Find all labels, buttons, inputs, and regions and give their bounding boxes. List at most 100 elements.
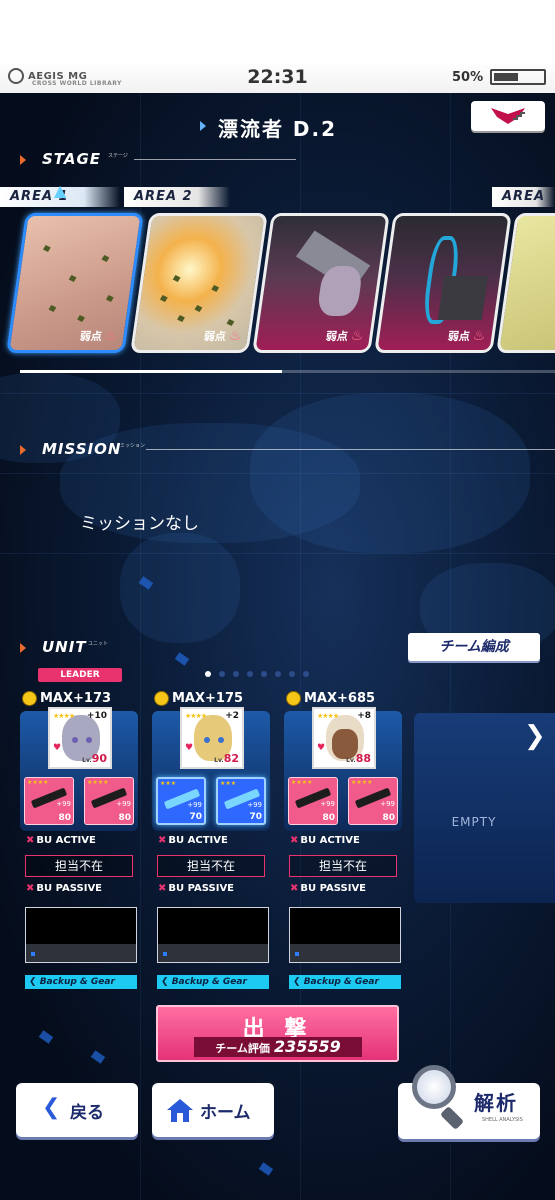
plus-value: +8	[357, 711, 371, 721]
page-dot[interactable]	[205, 671, 211, 677]
stage-heading-sub: ステージ	[108, 153, 128, 159]
game-screen: 漂流者 D.2 STAGE ステージ AREA 1 ▲ AREA 2 AREA …	[0, 93, 555, 1200]
tab-area-2[interactable]: AREA 2	[124, 187, 230, 207]
page-dot[interactable]	[219, 671, 225, 677]
rarity-stars: ★★★★	[317, 712, 339, 720]
backup-gear-button[interactable]: ❮ Backup & Gear	[25, 975, 137, 989]
weakness-label: 弱点♨	[79, 328, 119, 344]
gear-slot[interactable]: ★★★★ +99 80	[288, 777, 338, 825]
grid-line	[0, 473, 555, 474]
fire-weakness-icon: ♨	[227, 328, 243, 344]
gear-slot[interactable]: ★★★ +99 70	[156, 777, 206, 825]
page-dot[interactable]	[275, 671, 281, 677]
cross-icon: ✖	[290, 883, 299, 894]
leader-badge: LEADER	[38, 668, 122, 682]
home-icon	[167, 1099, 193, 1122]
bu-active-label: ✖ BU ACTIVE	[158, 835, 228, 846]
weakness-label: 弱点♨	[325, 328, 365, 344]
enemy-silhouette	[437, 276, 488, 320]
limit-break-icon	[22, 691, 37, 706]
unit-heading-sub: ユニット	[88, 641, 109, 647]
rarity-stars: ★★★★	[53, 712, 75, 720]
cross-icon: ✖	[158, 835, 167, 846]
analysis-sublabel: SHELL ANALYSIS	[482, 1117, 523, 1123]
level-label: Lv.90	[82, 752, 107, 765]
level-label: Lv.82	[214, 752, 239, 765]
selected-marker-icon: ▲	[54, 181, 67, 200]
bu-active-label: ✖ BU ACTIVE	[26, 835, 96, 846]
back-label: 戻る	[70, 1103, 104, 1123]
area-card-1[interactable]: 弱点♨	[6, 213, 144, 353]
character-portrait[interactable]: ★★★★ +2 ♥ Lv.82	[180, 707, 244, 769]
page-dot[interactable]	[303, 671, 309, 677]
backup-gear-button[interactable]: ❮ Backup & Gear	[157, 975, 269, 989]
page-dot[interactable]	[261, 671, 267, 677]
bu-passive-label: ✖ BU PASSIVE	[290, 883, 367, 894]
team-evaluation-label: チーム評価	[215, 1042, 270, 1055]
area-card-2[interactable]: 弱点♨	[130, 213, 268, 353]
backup-gear-button[interactable]: ❮ Backup & Gear	[289, 975, 401, 989]
character-portrait[interactable]: ★★★★ +10 ♥ Lv.90	[48, 707, 112, 769]
area-scrollbar-thumb[interactable]	[20, 370, 282, 373]
battery-icon	[490, 69, 546, 85]
unit-caret-icon	[20, 643, 26, 653]
unit-heading: UNIT	[42, 638, 87, 656]
page-dot[interactable]	[289, 671, 295, 677]
bu-active-value: 担当不在	[289, 855, 397, 877]
stage-heading: STAGE	[42, 150, 102, 168]
level-label: Lv.88	[346, 752, 371, 765]
grid-line	[0, 553, 555, 554]
sortie-button[interactable]: 出 撃 チーム評価 235559	[156, 1005, 399, 1062]
home-button[interactable]: ホーム	[152, 1083, 274, 1137]
heart-icon: ♥	[317, 743, 326, 753]
mission-heading-sub: ミッション	[120, 443, 146, 449]
analysis-button[interactable]: 解析 SHELL ANALYSIS	[398, 1065, 540, 1147]
area-card-4[interactable]: 弱点♨	[374, 213, 512, 353]
back-button[interactable]: ❮ 戻る	[16, 1083, 138, 1137]
magnifier-icon	[412, 1065, 456, 1109]
bu-passive-slot[interactable]	[25, 907, 137, 963]
max-label: MAX+175	[154, 691, 243, 706]
system-status-bar: AEGIS MG CROSS WORLD LIBRARY 22:31 50%	[0, 0, 555, 93]
bu-active-value: 担当不在	[157, 855, 265, 877]
gear-slot[interactable]: ★★★ +99 70	[216, 777, 266, 825]
page-dot[interactable]	[247, 671, 253, 677]
deco-shard	[38, 1030, 54, 1044]
max-label: MAX+173	[22, 691, 111, 706]
world-map-shape	[120, 533, 240, 643]
menu-button[interactable]	[471, 101, 545, 131]
gear-slot[interactable]: ★★★★ +99 80	[348, 777, 398, 825]
bu-passive-slot[interactable]	[289, 907, 401, 963]
plus-value: +2	[225, 711, 239, 721]
next-page-arrow-icon[interactable]: ❯	[524, 721, 546, 751]
weakness-label: 弱点♨	[447, 328, 487, 344]
home-label: ホーム	[200, 1103, 251, 1123]
page-dot[interactable]	[233, 671, 239, 677]
tab-area-5[interactable]: AREA	[492, 187, 555, 207]
plus-value: +10	[86, 711, 107, 721]
bu-active-value: 担当不在	[25, 855, 133, 877]
divider	[146, 449, 555, 450]
limit-break-icon	[154, 691, 169, 706]
mission-heading: MISSION	[42, 440, 122, 458]
area-card-3[interactable]: 弱点♨	[252, 213, 390, 353]
team-evaluation: チーム評価 235559	[194, 1037, 362, 1057]
bu-passive-slot[interactable]	[157, 907, 269, 963]
character-portrait[interactable]: ★★★★ +8 ♥ Lv.88	[312, 707, 376, 769]
cross-icon: ✖	[290, 835, 299, 846]
deco-shard	[174, 652, 190, 666]
fire-weakness-icon: ♨	[349, 328, 365, 344]
mission-text: ミッションなし	[80, 514, 199, 534]
heart-icon: ♥	[185, 743, 194, 753]
emblem-menu-icon	[491, 108, 525, 124]
bu-passive-label: ✖ BU PASSIVE	[158, 883, 235, 894]
fire-weakness-icon: ♨	[471, 328, 487, 344]
team-evaluation-value: 235559	[273, 1037, 341, 1056]
bu-active-label: ✖ BU ACTIVE	[290, 835, 360, 846]
rarity-stars: ★★★★	[185, 712, 207, 720]
gear-slot[interactable]: ★★★★ +99 80	[84, 777, 134, 825]
gear-slot[interactable]: ★★★★ +99 80	[24, 777, 74, 825]
cross-icon: ✖	[158, 883, 167, 894]
team-edit-button[interactable]: チーム編成	[408, 633, 540, 661]
fire-weakness-icon: ♨	[103, 328, 119, 344]
